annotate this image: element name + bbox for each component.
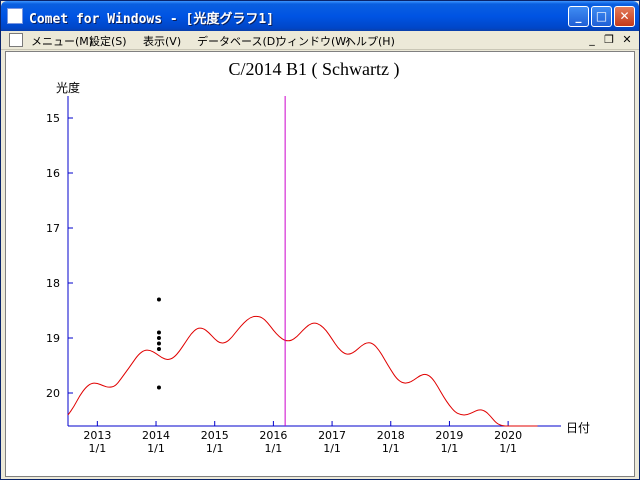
menu-item-window[interactable]: ウィンドウ(W) (276, 33, 350, 49)
observation-point (156, 341, 161, 346)
observation-point (156, 347, 161, 351)
y-tick-label: 16 (46, 167, 60, 180)
x-tick-year: 2015 (201, 429, 229, 442)
magnitude-chart: C/2014 B1 ( Schwartz ) 光度 日付 15 16 17 18 19 2… (46, 59, 590, 455)
y-tick-label: 15 (46, 112, 60, 125)
x-tick-date: 1/1 (265, 442, 283, 455)
x-tick-year: 2017 (318, 429, 346, 442)
chart-title: C/2014 B1 ( Schwartz ) (229, 59, 400, 80)
title-bar[interactable]: Comet for Windows - [光度グラフ1] _ □ ✕ (1, 1, 639, 31)
y-tick-label: 19 (46, 332, 60, 345)
x-tick-year: 2018 (377, 429, 405, 442)
menu-item-menu[interactable]: メニュー(M) (31, 33, 93, 49)
predicted-magnitude-curve (67, 315, 538, 427)
menu-item-view[interactable]: 表示(V) (143, 33, 181, 49)
x-axis-label: 日付 (566, 421, 590, 435)
menu-item-database[interactable]: データベース(D) (197, 33, 280, 49)
x-tick-date: 1/1 (88, 442, 106, 455)
x-tick-year: 2020 (494, 429, 522, 442)
x-tick-date: 1/1 (147, 442, 165, 455)
observation-point (156, 336, 161, 340)
mdi-minimize-button[interactable]: _ (584, 32, 600, 48)
y-axis-label: 光度 (56, 80, 80, 95)
document-icon[interactable] (9, 33, 23, 47)
menu-item-settings[interactable]: 設定(S) (89, 33, 127, 49)
menu-bar: メニュー(M) 設定(S) 表示(V) データベース(D) ウィンドウ(W) ヘ… (1, 31, 639, 50)
x-tick-date: 1/1 (382, 442, 400, 455)
graph-area: C/2014 B1 ( Schwartz ) 光度 日付 15 16 17 18 19 2… (5, 51, 635, 477)
x-tick-year: 2016 (259, 429, 287, 442)
y-tick-label: 20 (46, 387, 60, 400)
menu-item-help[interactable]: ヘルプ(H) (345, 33, 395, 49)
x-tick-date: 1/1 (441, 442, 459, 455)
x-tick-year: 2019 (435, 429, 463, 442)
mdi-close-button[interactable]: ✕ (619, 32, 635, 48)
mdi-restore-button[interactable]: ❐ (601, 32, 617, 48)
app-window: Comet for Windows - [光度グラフ1] _ □ ✕ メニュー(… (0, 0, 640, 480)
observation-point (156, 330, 161, 335)
minimize-button[interactable]: _ (568, 6, 589, 27)
y-tick-label: 18 (46, 277, 60, 290)
maximize-button[interactable]: □ (591, 6, 612, 27)
y-tick-label: 17 (46, 222, 60, 235)
x-tick-date: 1/1 (206, 442, 224, 455)
observation-point (156, 297, 161, 302)
window-title: Comet for Windows - [光度グラフ1] (29, 12, 275, 27)
app-icon[interactable] (7, 8, 23, 24)
observation-point (156, 385, 161, 390)
x-tick-year: 2013 (83, 429, 111, 442)
close-button[interactable]: ✕ (614, 6, 635, 27)
x-tick-date: 1/1 (323, 442, 341, 455)
x-tick-year: 2014 (142, 429, 170, 442)
x-tick-date: 1/1 (499, 442, 517, 455)
